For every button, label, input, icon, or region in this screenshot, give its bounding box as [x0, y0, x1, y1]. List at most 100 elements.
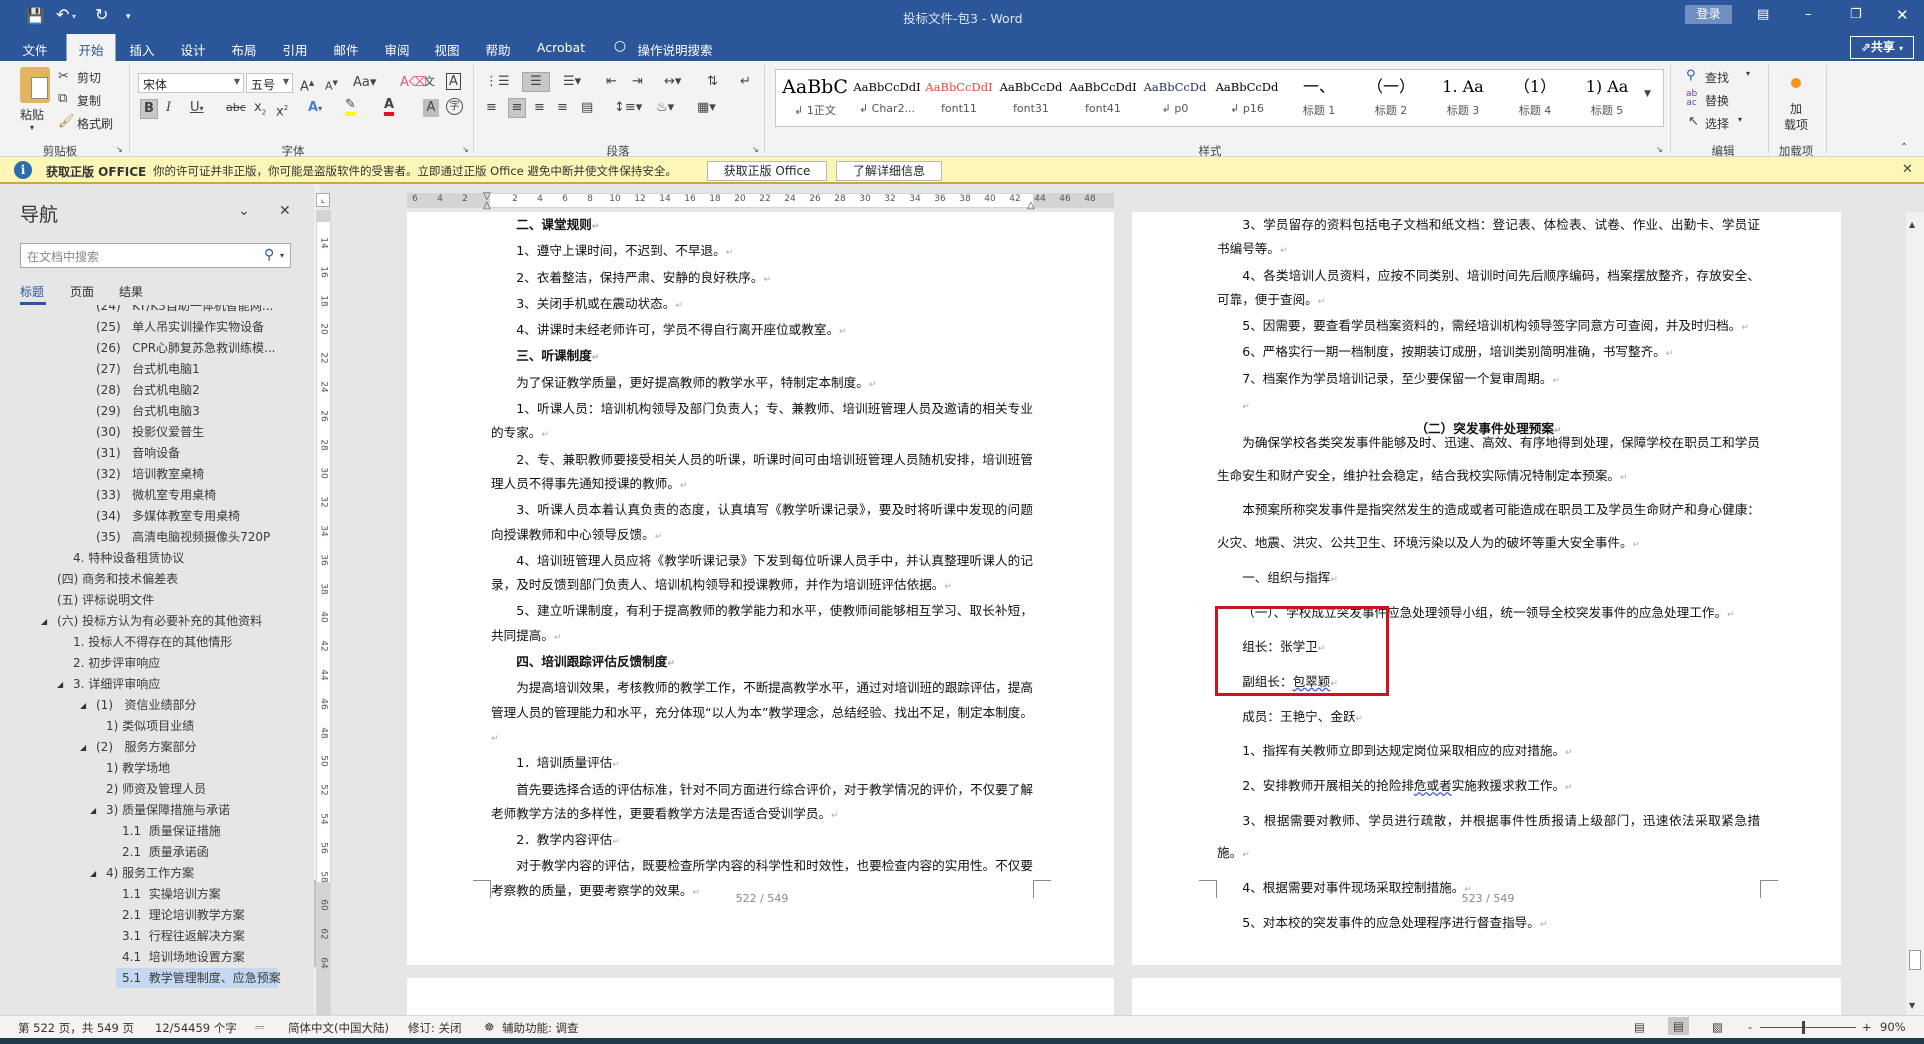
document-paragraph[interactable]: 2、专、兼职教师要接受相关人员的听课，听课时间可由培训班管理人员随机安排，培训班… [491, 448, 1033, 499]
copy-button[interactable]: 复制 [77, 92, 101, 109]
undo-dropdown-icon[interactable]: ▾ [72, 8, 76, 26]
document-paragraph[interactable]: 7、档案作为学员培训记录，至少要保留一个复审周期。 [1217, 367, 1760, 393]
superscript-icon[interactable]: x2 [276, 99, 288, 121]
multilevel-list-icon[interactable]: ☰▾ [563, 73, 581, 91]
nav-heading-item[interactable]: (25) 单人吊实训操作实物设备 [96, 317, 264, 338]
paste-dropdown-icon[interactable]: ▾ [30, 123, 34, 132]
styles-more-icon[interactable]: ▼ [1644, 85, 1651, 103]
justify-icon[interactable]: ≡ [557, 99, 568, 117]
align-left-icon[interactable]: ≡ [486, 99, 497, 117]
nav-heading-item[interactable]: (五) 评标说明文件 [57, 590, 154, 611]
nav-heading-item[interactable]: 4) 服务工作方案 [106, 863, 194, 884]
vertical-ruler[interactable]: 14 16 18 20 22 24 26 28 30 32 34 36 38 40 42 44 46 48 50 52… [316, 210, 331, 1015]
save-icon[interactable]: 💾 [26, 7, 45, 25]
strikethrough-icon[interactable]: abc [226, 99, 246, 117]
shading-icon[interactable]: ♨▾ [656, 99, 674, 117]
horizontal-ruler[interactable]: 6 4 2 2 4 6 8 10 12 14 16 18 20 22 24 26 28 30 32 34 36 38 40 4… [407, 191, 1114, 211]
undo-icon[interactable]: ↶ [56, 6, 69, 24]
tab-design[interactable]: 设计 [180, 40, 205, 59]
change-case-icon[interactable]: Aa▾ [353, 74, 376, 92]
document-paragraph[interactable]: 1、听课人员：培训机构领导及部门负责人；专、兼教师、培训班管理人员及邀请的相关专… [491, 397, 1033, 448]
minimize-icon[interactable]: – [1805, 6, 1812, 24]
style-item[interactable]: （一） 标题 2 [1355, 70, 1427, 126]
document-paragraph[interactable]: 5、建立听课制度，有利于提高教师的教学能力和水平，使教师间能够相互学习、取长补短… [491, 599, 1033, 650]
distributed-icon[interactable]: ▤ [581, 99, 593, 117]
bullets-icon[interactable]: ⋮☰ [485, 73, 510, 91]
align-center-icon[interactable]: ≡ [508, 98, 526, 118]
proofing-icon[interactable]: ⎓ [255, 1020, 264, 1035]
customize-quick-access-icon[interactable]: ▾ [126, 8, 131, 26]
font-size-select[interactable]: 五号 ▼ [246, 73, 293, 93]
search-options-chevron-icon[interactable]: ▾ [280, 247, 284, 265]
style-item[interactable]: AaBbCcDd ↲ p16 [1211, 70, 1283, 126]
paste-button[interactable]: 粘贴 [20, 106, 44, 123]
language-status[interactable]: 简体中文(中国大陆) [288, 1020, 389, 1036]
numbering-icon[interactable]: ☰ [522, 72, 550, 92]
document-heading[interactable]: 四、培训跟踪评估反馈制度 [491, 650, 1033, 676]
document-paragraph[interactable]: 2．教学内容评估 [491, 828, 1033, 854]
spelling-squiggle[interactable]: 危或者 [1414, 778, 1452, 793]
document-paragraph[interactable]: 3、关闭手机或在震动状态。 [491, 292, 1033, 318]
nav-heading-item[interactable]: 4.1 培训场地设置方案 [122, 947, 245, 968]
show-marks-icon[interactable]: ↵ [740, 73, 751, 91]
character-border-icon[interactable]: A [446, 73, 461, 90]
get-genuine-office-button[interactable]: 获取正版 Office [707, 161, 827, 181]
tab-review[interactable]: 审阅 [384, 40, 409, 59]
document-paragraph[interactable]: 为确保学校各类突发事件能够及时、迅速、高效、有序地得到处理，保障学校在职员工和学… [1217, 427, 1760, 494]
nav-heading-item[interactable]: 4. 特种设备租赁协议 [73, 548, 184, 569]
print-layout-icon[interactable]: ▤ [1668, 1017, 1689, 1035]
underline-icon[interactable]: U▾ [190, 99, 204, 118]
shrink-font-icon[interactable]: A▼ [325, 74, 338, 96]
document-paragraph[interactable]: 2、安排教师开展相关的抢险排危或者实施救援求救工作。 [1217, 770, 1760, 805]
nav-heading-item[interactable]: 5.1 教学管理制度、应急预案 [122, 968, 281, 989]
document-paragraph[interactable]: 成员：王艳宁、金跃 [1217, 701, 1760, 736]
close-nav-icon[interactable]: ✕ [279, 202, 291, 220]
zoom-slider-thumb[interactable] [1801, 1021, 1805, 1034]
nav-heading-item[interactable]: 3.1 行程往返解决方案 [122, 926, 245, 947]
zoom-in-button[interactable]: + [1862, 1020, 1872, 1034]
nav-heading-item[interactable]: (30) 投影仪爱普生 [96, 422, 204, 443]
nav-heading-item[interactable]: (34) 多媒体教室专用桌椅 [96, 506, 240, 527]
addins-button[interactable]: 加 载项 [1784, 101, 1808, 133]
restore-icon[interactable]: ❐ [1850, 6, 1862, 24]
nav-search-input[interactable]: 在文档中搜索 ⚲ ▾ [20, 243, 291, 268]
paste-icon[interactable] [20, 67, 50, 103]
nav-heading-item[interactable]: 1) 教学场地 [106, 758, 170, 779]
redo-icon[interactable]: ↻ [95, 6, 108, 24]
nav-heading-item[interactable]: (28) 台式机电脑2 [96, 380, 200, 401]
nav-heading-item[interactable]: 2.1 理论培训教学方案 [122, 905, 245, 926]
nav-tab-headings[interactable]: 标题 [20, 283, 44, 300]
search-icon[interactable]: ⚲ [264, 246, 274, 264]
document-paragraph[interactable]: 本预案所称突发事件是指突然发生的造成或者可能造成在职员工及学员生命财产和身心健康… [1217, 494, 1760, 561]
nav-heading-item[interactable]: (24) KT/K3自助一体机智能网... [96, 305, 273, 317]
document-paragraph[interactable]: 一、组织与指挥 [1217, 562, 1760, 597]
word-count-status[interactable]: 12/54459 个字 [155, 1020, 237, 1036]
nav-heading-item[interactable]: (26) CPR心肺复苏急救训练模... [96, 338, 275, 359]
tab-mailings[interactable]: 邮件 [333, 40, 358, 59]
tab-file[interactable]: 文件 [22, 40, 47, 59]
replace-button[interactable]: 替换 [1705, 92, 1729, 109]
nav-heading-item[interactable]: (四) 商务和技术偏差表 [57, 569, 178, 590]
nav-heading-item[interactable]: 2.1 质量承诺函 [122, 842, 209, 863]
nav-heading-item[interactable]: (六) 投标方认为有必要补充的其他资料 [57, 611, 262, 632]
document-paragraph[interactable]: 3、根据需要对教师、学员进行疏散，并根据事件性质报请上级部门，迅速依法采取紧急措… [1217, 805, 1760, 872]
close-infobar-icon[interactable]: ✕ [1902, 161, 1913, 179]
zoom-out-button[interactable]: - [1748, 1020, 1752, 1034]
grow-font-icon[interactable]: A▲ [300, 74, 314, 96]
nav-heading-item[interactable]: 1.1 质量保证措施 [122, 821, 221, 842]
style-item[interactable]: 1. Aa 标题 3 [1427, 70, 1499, 126]
bold-icon[interactable]: B [140, 99, 158, 119]
document-paragraph[interactable]: 首先要选择合适的评估标准，针对不同方面进行综合评价，对于教学情况的评价，不仅要了… [491, 778, 1033, 829]
close-window-icon[interactable]: ✕ [1896, 6, 1909, 24]
cut-button[interactable]: 剪切 [77, 69, 101, 86]
learn-more-button[interactable]: 了解详细信息 [836, 161, 942, 181]
share-button[interactable]: ⇗共享 ▾ [1850, 36, 1914, 59]
right-page-text-upper[interactable]: 3、学员留存的资料包括电子文档和纸文档：登记表、体检表、试卷、作业、出勤卡、学员… [1217, 213, 1760, 444]
document-paragraph[interactable]: 1、遵守上课时间，不迟到、不早退。 [491, 239, 1033, 265]
document-paragraph[interactable]: 1．培训质量评估 [491, 751, 1033, 777]
tab-help[interactable]: 帮助 [485, 40, 510, 59]
collapse-triangle-icon[interactable]: ◢ [41, 611, 47, 632]
track-changes-status[interactable]: 修订: 关闭 [408, 1020, 462, 1036]
ribbon-display-options-icon[interactable]: ▤ [1757, 6, 1769, 24]
increase-indent-icon[interactable]: ⇥ [632, 73, 643, 91]
